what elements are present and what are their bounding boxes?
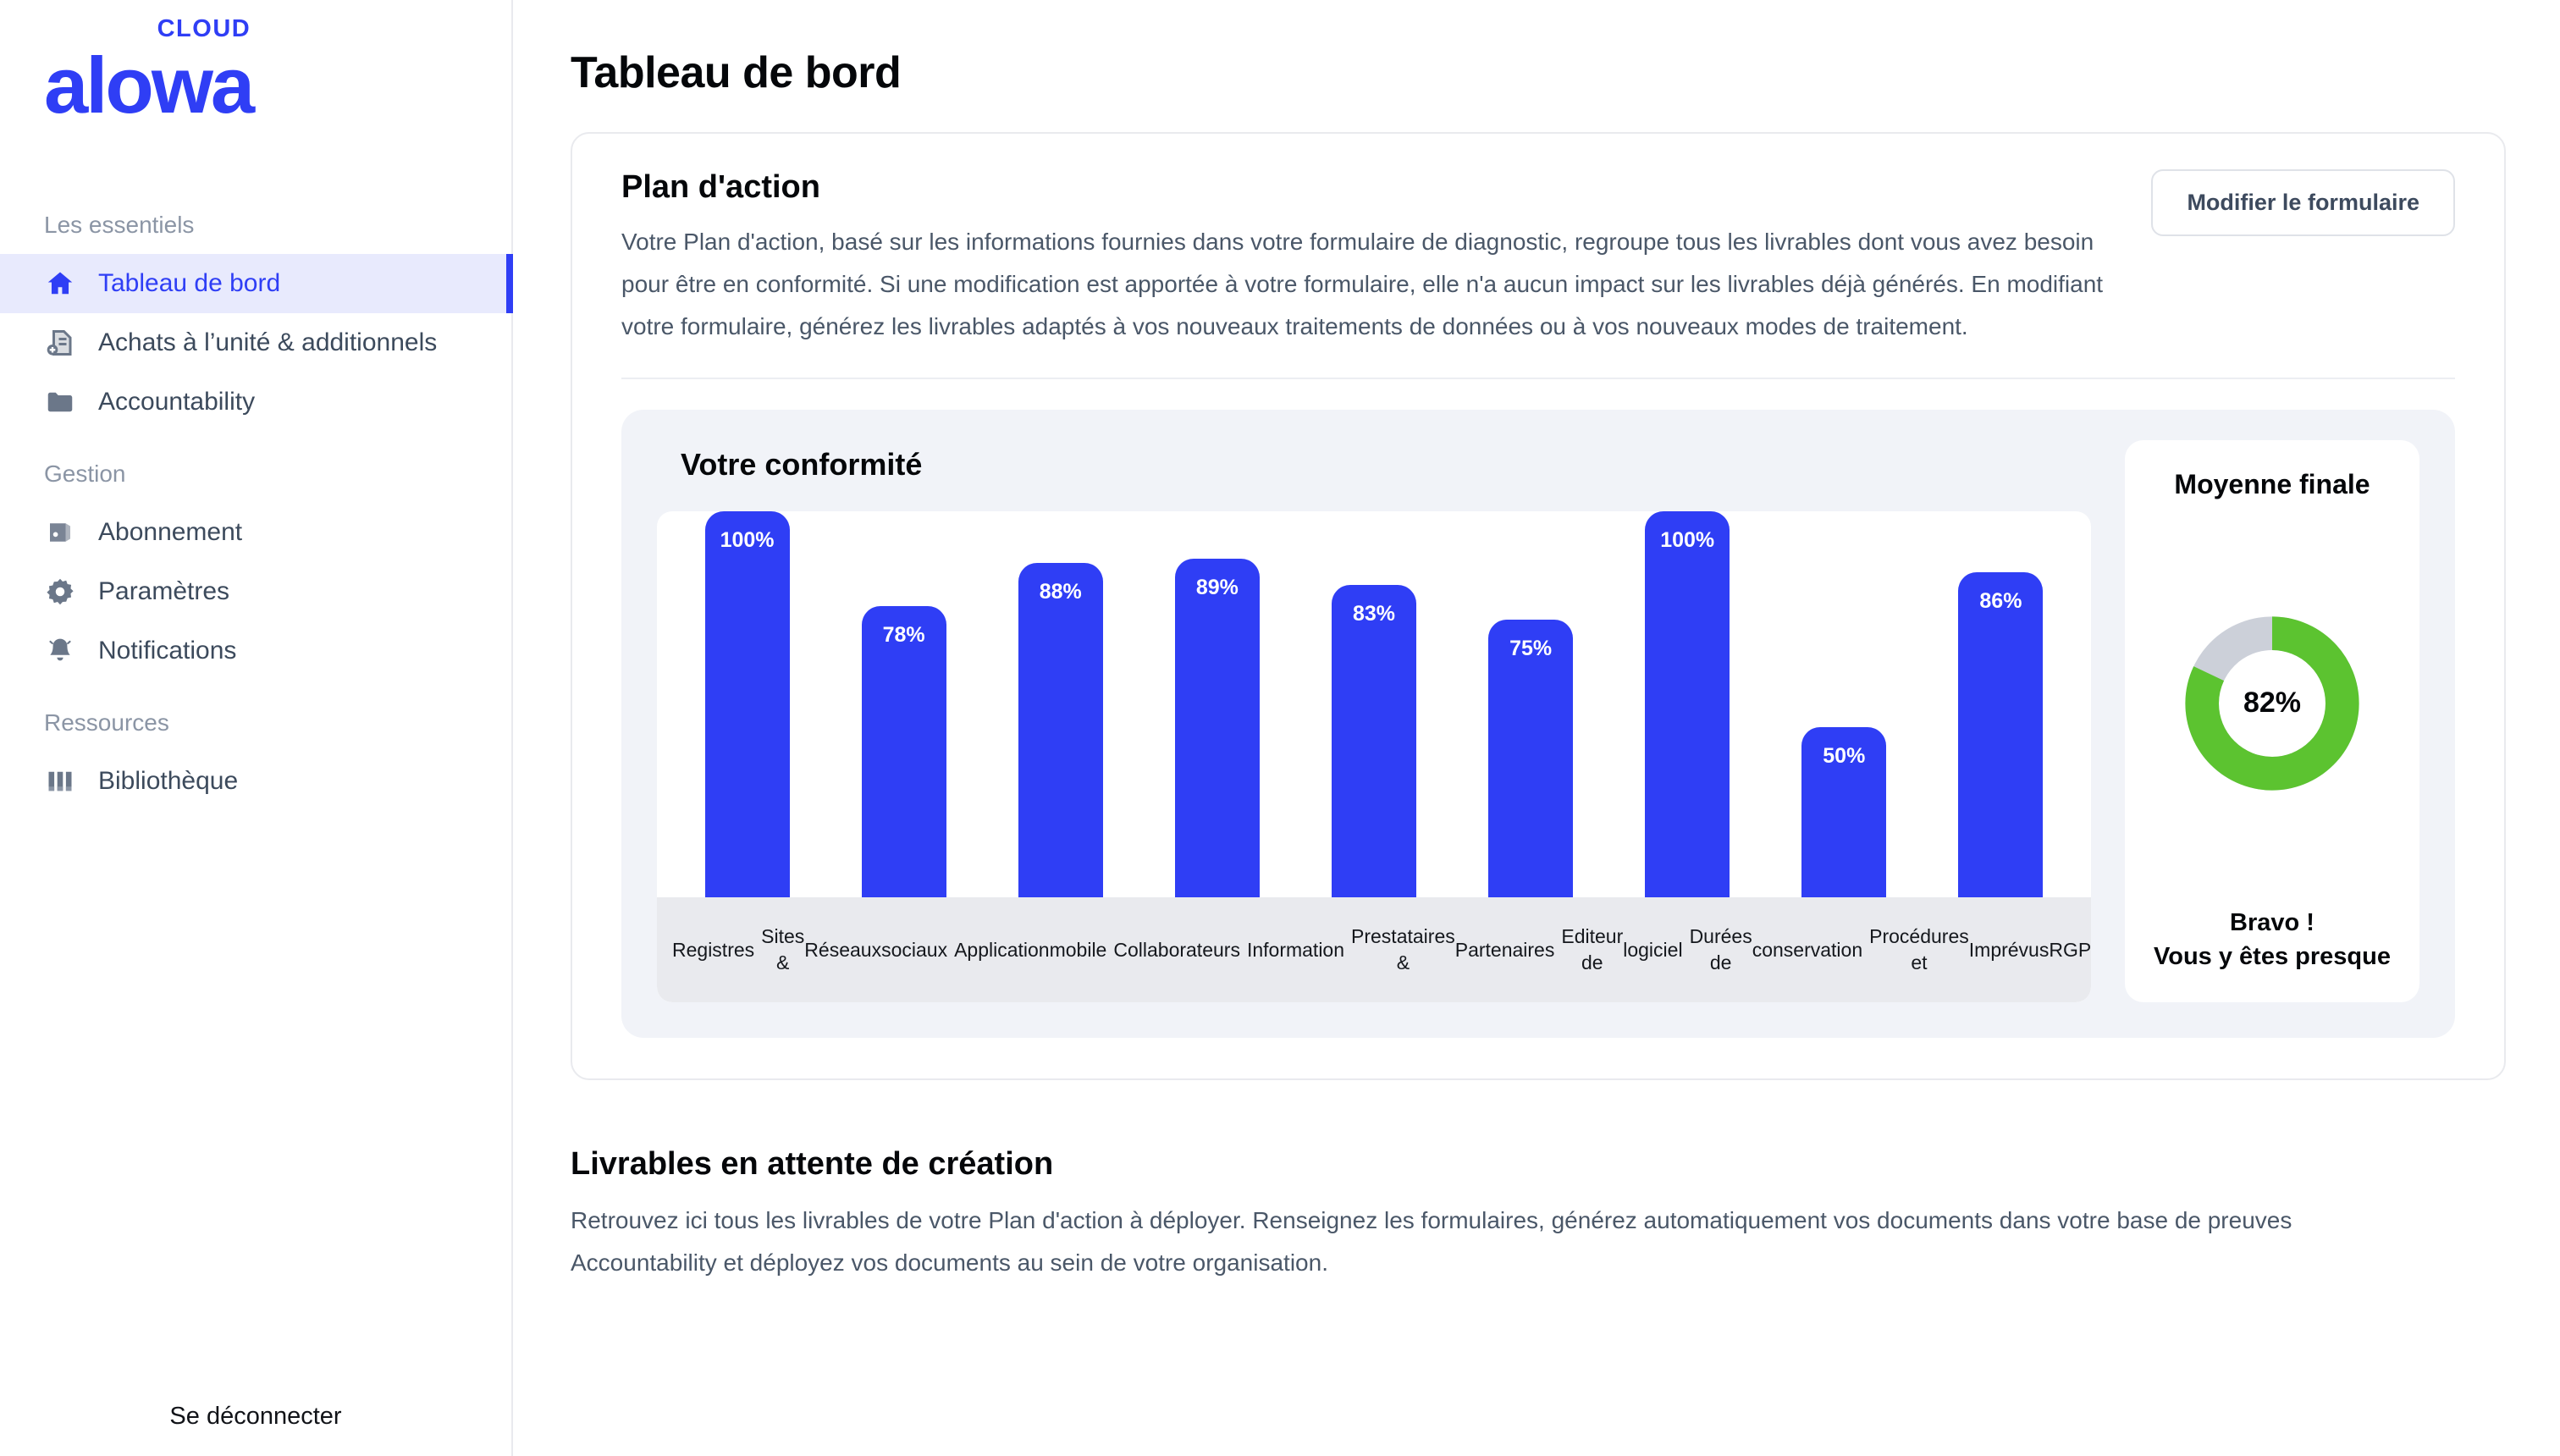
chart-bar-value-label: 83% [1352, 602, 1395, 626]
sidebar-item-parametres[interactable]: Paramètres [0, 562, 511, 621]
chart-bar-column: 100% [1609, 511, 1766, 898]
card-divider [621, 378, 2455, 380]
folder-icon [44, 386, 76, 418]
deliverables-description: Retrouvez ici tous les livrables de votr… [571, 1207, 2292, 1277]
chart-bar: 78% [861, 606, 946, 898]
sidebar-item-label: Achats à l’unité & additionnels [98, 328, 438, 356]
chart-bar: 75% [1488, 620, 1574, 898]
sidebar: alowa CLOUD Les essentiels Tableau de bo… [0, 0, 513, 1456]
sidebar-item-label: Notifications [98, 637, 237, 665]
bell-icon [44, 635, 76, 667]
chart-bar-value-label: 78% [882, 623, 925, 648]
deliverables-title: Livrables en attente de création [571, 1146, 1054, 1183]
home-icon [44, 267, 76, 300]
edit-form-button[interactable]: Modifier le formulaire [2151, 169, 2455, 236]
chart-bar: 86% [1958, 572, 2044, 898]
nav-group-essentiels: Les essentiels Tableau de bord Achats à … [0, 212, 513, 432]
chart-x-tick-label: Information [1246, 938, 1345, 961]
sidebar-item-abonnement[interactable]: Abonnement [0, 503, 511, 562]
chart-x-tick-label: Durées de conservation [1689, 925, 1863, 974]
chart-x-tick-label: Procédures etImprévusRGPD [1869, 925, 2091, 974]
chart-bar: 100% [1645, 511, 1730, 898]
conformity-bar-chart: 100% 78% 88% 89% 83% 75% 100% 50% 86% Registres S… [657, 511, 2091, 1003]
chart-bar-column: 100% [669, 511, 825, 898]
gear-icon [44, 576, 76, 608]
chart-bar: 100% [704, 511, 790, 898]
nav-group-gestion: Gestion Abonnement Paramètres Notificati… [0, 461, 511, 681]
plan-card-header: Plan d'action Votre Plan d'action, basé … [621, 169, 2455, 347]
chart-bar-value-label: 75% [1509, 637, 1553, 661]
conformity-chart-section: Votre conformité 100% 78% 88% 89% 83% 75% 100%… [657, 440, 2091, 1003]
nav-group-ressources: Ressources Bibliothèque [0, 709, 511, 811]
conformity-title: Votre conformité [681, 447, 923, 483]
brand-logo[interactable]: alowa CLOUD [0, 0, 511, 212]
chart-bar-value-label: 86% [1979, 589, 2022, 614]
chart-bar: 50% [1801, 727, 1887, 898]
chart-bar-column: 78% [825, 511, 982, 898]
chart-bar-value-label: 50% [1823, 744, 1866, 769]
conformity-panel: Votre conformité 100% 78% 88% 89% 83% 75% 100%… [621, 410, 2455, 1039]
plan-daction-card: Plan d'action Votre Plan d'action, basé … [571, 132, 2506, 1081]
logout-button[interactable]: Se déconnecter [0, 1403, 511, 1431]
sidebar-item-label: Paramètres [98, 577, 230, 605]
chart-bar-column: 86% [1923, 511, 2079, 898]
gauge-caption-line2: Vous y êtes presque [2154, 943, 2391, 971]
gauge-value: 82% [2243, 687, 2302, 720]
chart-x-tick-label: Sites & Réseaux sociaux [761, 925, 948, 974]
moyenne-finale-card: Moyenne finale 82% Bravo ! Vous y êtes p… [2125, 440, 2419, 1003]
wallet-icon [44, 516, 76, 549]
chart-x-tick-label: Application mobile [954, 938, 1107, 961]
plan-description: Votre Plan d'action, basé sur les inform… [621, 229, 2104, 339]
document-add-icon [44, 327, 76, 359]
chart-bar-value-label: 100% [720, 528, 775, 553]
gauge-title: Moyenne finale [2174, 469, 2370, 500]
sidebar-item-label: Accountability [98, 388, 256, 416]
gauge-caption-line1: Bravo ! [2230, 909, 2314, 937]
chart-x-axis: Registres Sites & Réseaux sociaux Applicatio… [657, 897, 2091, 1003]
chart-bar-column: 50% [1766, 511, 1923, 898]
chart-bar: 89% [1174, 559, 1260, 898]
conformity-donut-gauge: 82% [2181, 612, 2364, 795]
chart-bar: 83% [1331, 585, 1416, 898]
chart-bar-column: 83% [1295, 511, 1452, 898]
books-icon [44, 765, 76, 797]
main-content: Tableau de bord Plan d'action Votre Plan… [513, 0, 2560, 1456]
sidebar-item-bibliotheque[interactable]: Bibliothèque [0, 752, 511, 811]
plan-title: Plan d'action [621, 169, 820, 205]
plan-card-text: Plan d'action Votre Plan d'action, basé … [621, 169, 2111, 347]
brand-suffix: CLOUD [157, 15, 251, 42]
page-title: Tableau de bord [571, 48, 902, 97]
chart-bar-column: 88% [982, 511, 1139, 898]
chart-bar: 88% [1018, 563, 1103, 898]
chart-x-tick-label: Registres [672, 938, 755, 961]
sidebar-item-accountability[interactable]: Accountability [0, 372, 511, 432]
sidebar-item-achats[interactable]: Achats à l’unité & additionnels [0, 313, 511, 372]
nav-section-title-gestion: Gestion [44, 461, 126, 487]
chart-x-tick-label: Collaborateurs [1113, 938, 1240, 961]
chart-bar-column: 75% [1453, 511, 1609, 898]
sidebar-item-notifications[interactable]: Notifications [0, 621, 511, 681]
deliverables-section: Livrables en attente de création Retrouv… [571, 1146, 2506, 1284]
chart-x-tick-label: Editeur de logiciel [1561, 925, 1683, 974]
sidebar-item-label: Bibliothèque [98, 767, 239, 795]
chart-x-tick-label: Prestataires & Partenaires [1351, 925, 1555, 974]
chart-bar-column: 89% [1139, 511, 1295, 898]
brand-name: alowa [44, 41, 255, 130]
nav-section-title-ressources: Ressources [44, 709, 169, 736]
chart-bar-value-label: 100% [1660, 528, 1715, 553]
sidebar-item-label: Tableau de bord [98, 269, 281, 297]
chart-bar-value-label: 89% [1195, 576, 1239, 600]
chart-bars: 100% 78% 88% 89% 83% 75% 100% 50% 86% [657, 511, 2091, 898]
sidebar-item-tableau-de-bord[interactable]: Tableau de bord [0, 254, 513, 313]
gauge-caption: Bravo ! Vous y êtes presque [2154, 906, 2391, 973]
chart-bar-value-label: 88% [1039, 580, 1082, 604]
app-root: alowa CLOUD Les essentiels Tableau de bo… [0, 0, 2560, 1456]
nav-section-title-essentiels: Les essentiels [44, 212, 195, 238]
sidebar-item-label: Abonnement [98, 518, 243, 546]
